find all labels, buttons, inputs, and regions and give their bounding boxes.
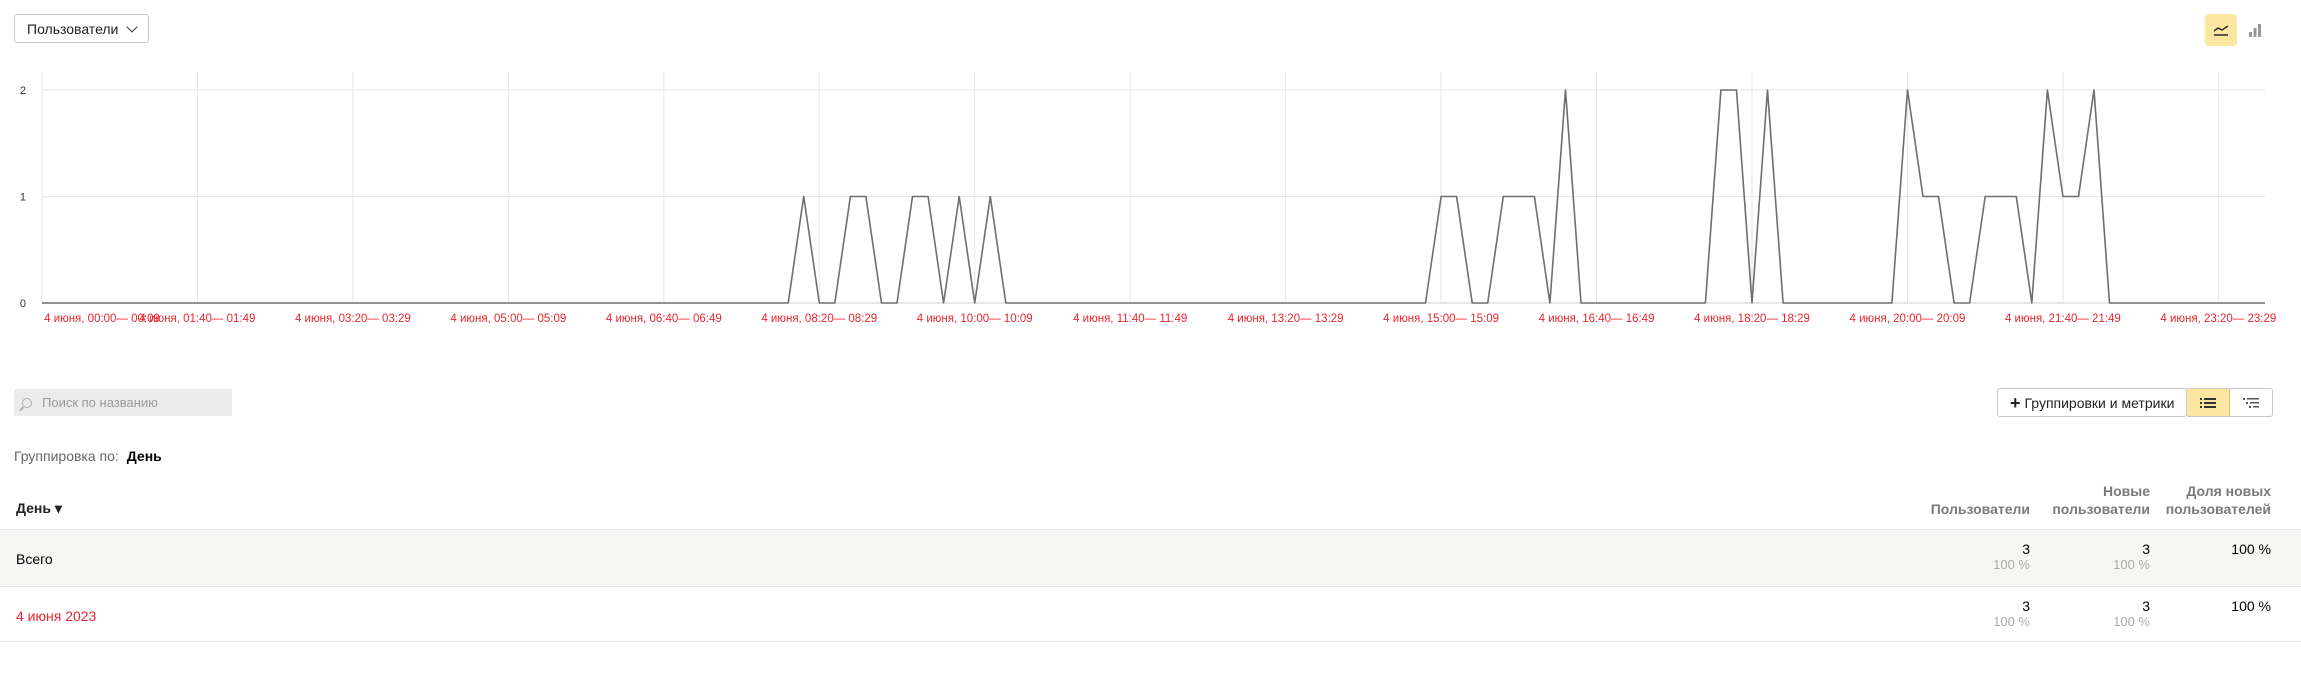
- row-share-cell: 100 %: [2231, 599, 2271, 614]
- share-header-line1: Доля новых: [2186, 483, 2271, 499]
- metric-selector-label: Пользователи: [27, 20, 119, 37]
- x-tick-label: 4 июня, 06:40— 06:49: [606, 313, 722, 325]
- tree-view-icon: [2243, 397, 2259, 408]
- grouping-info: Группировка по: День: [14, 448, 162, 464]
- x-tick-label: 4 июня, 01:40— 01:49: [140, 313, 256, 325]
- row-share-value: 100 %: [2231, 598, 2271, 614]
- new-users-share-column-header[interactable]: Доля новых пользователей: [2166, 482, 2271, 518]
- x-tick-label: 4 июня, 15:00— 15:09: [1383, 313, 1499, 325]
- total-row-label: Всего: [16, 551, 53, 567]
- plus-icon: +: [2010, 392, 2021, 413]
- bar-chart-button[interactable]: [2239, 14, 2271, 46]
- list-view-icon: [2200, 397, 2216, 408]
- total-new-users-value: 3: [2142, 541, 2150, 557]
- total-users-cell: 3 100 %: [1993, 541, 2030, 573]
- view-toggle: [2186, 388, 2273, 417]
- total-share-cell: 100 %: [2231, 542, 2271, 557]
- search-placeholder: Поиск по названию: [42, 395, 158, 410]
- new-users-column-header[interactable]: Новые пользователи: [2052, 482, 2150, 518]
- row-users-value: 3: [2022, 598, 2030, 614]
- x-tick-label: 4 июня, 05:00— 05:09: [450, 313, 566, 325]
- row-new-users-cell: 3 100 %: [2113, 598, 2150, 630]
- search-icon: [22, 397, 32, 408]
- x-tick-label: 4 июня, 13:20— 13:29: [1228, 313, 1344, 325]
- metric-selector[interactable]: Пользователи: [14, 14, 150, 43]
- x-tick-label: 4 июня, 21:40— 21:49: [2005, 313, 2121, 325]
- tree-view-button[interactable]: [2230, 389, 2272, 416]
- row-date-link[interactable]: 4 июня 2023: [16, 608, 96, 624]
- grouping-value[interactable]: День: [127, 448, 162, 464]
- line-chart: 0124 июня, 00:00— 00:094 июня, 01:40— 01…: [20, 72, 2276, 325]
- x-tick-label: 4 июня, 18:20— 18:29: [1694, 313, 1810, 325]
- groupings-and-metrics-button[interactable]: + Группировки и метрики: [1997, 388, 2188, 417]
- list-view-button[interactable]: [2187, 389, 2230, 416]
- total-new-users-pct: 100 %: [2113, 557, 2150, 572]
- new-users-header-line2: пользователи: [2052, 501, 2150, 517]
- x-tick-label: 4 июня, 20:00— 20:09: [1850, 313, 1966, 325]
- total-users-value: 3: [2022, 541, 2030, 557]
- search-input[interactable]: Поиск по названию: [14, 389, 232, 416]
- day-column-header[interactable]: День ▾: [16, 500, 62, 517]
- users-column-header[interactable]: Пользователи: [1931, 482, 2030, 518]
- row-new-users-value: 3: [2142, 598, 2150, 614]
- share-header-line2: пользователей: [2165, 501, 2271, 517]
- table-row-total: Всего 3 100 % 3 100 % 100 %: [0, 529, 2301, 585]
- y-tick-label: 1: [20, 192, 26, 204]
- total-users-pct: 100 %: [1993, 557, 2030, 572]
- total-share-value: 100 %: [2231, 541, 2271, 557]
- x-tick-label: 4 июня, 16:40— 16:49: [1539, 313, 1655, 325]
- chevron-down-icon: [126, 20, 139, 33]
- x-tick-label: 4 июня, 23:20— 23:29: [2160, 313, 2276, 325]
- line-chart-button[interactable]: [2205, 14, 2237, 46]
- row-users-cell: 3 100 %: [1993, 598, 2030, 630]
- x-tick-label: 4 июня, 10:00— 10:09: [917, 313, 1033, 325]
- x-tick-label: 4 июня, 11:40— 11:49: [1073, 313, 1187, 325]
- new-users-header-line1: Новые: [2102, 483, 2150, 499]
- x-tick-label: 4 июня, 03:20— 03:29: [295, 313, 411, 325]
- row-new-users-pct: 100 %: [2113, 614, 2150, 629]
- bar-chart-icon: [2249, 24, 2261, 37]
- users-header-line1: [1931, 482, 2030, 500]
- x-tick-label: 4 июня, 08:20— 08:29: [761, 313, 877, 325]
- groupings-and-metrics-label: Группировки и метрики: [2024, 394, 2175, 411]
- y-tick-label: 0: [20, 298, 26, 310]
- line-chart-icon: [2213, 25, 2229, 36]
- y-tick-label: 2: [20, 85, 26, 97]
- grouping-label: Группировка по:: [14, 448, 119, 464]
- users-header-line2: Пользователи: [1930, 501, 2030, 517]
- total-new-users-cell: 3 100 %: [2113, 541, 2150, 573]
- table-row: 4 июня 2023 3 100 % 3 100 % 100 %: [0, 586, 2301, 642]
- row-users-pct: 100 %: [1993, 614, 2030, 629]
